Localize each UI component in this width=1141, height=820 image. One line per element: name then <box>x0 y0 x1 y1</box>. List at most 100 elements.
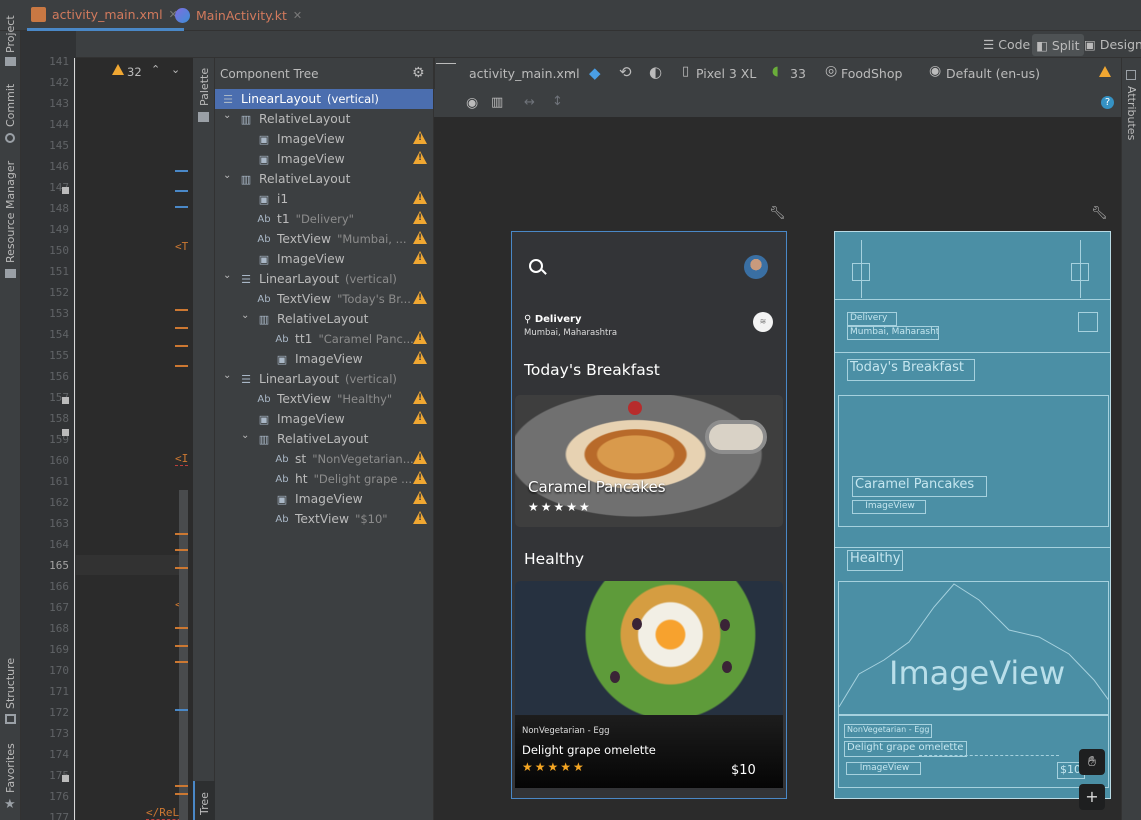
tree-node[interactable]: ⌄ ▥ RelativeLayout <box>215 309 433 329</box>
chevron-down-icon[interactable]: ⌄ <box>171 63 180 76</box>
blueprint-preview[interactable]: Delivery Mumbai, Maharashtra Today's Bre… <box>834 231 1111 799</box>
change-marker <box>175 645 188 647</box>
warning-icon[interactable] <box>413 411 427 424</box>
phone-preview[interactable]: ⚲ Delivery Mumbai, Maharashtra ≋ Today's… <box>511 231 787 799</box>
tree-node[interactable]: ⌄ ☰ LinearLayout (vertical) <box>215 369 433 389</box>
tree-node[interactable]: ▣ ImageView <box>215 129 433 149</box>
tree-node[interactable]: Ab TextView "Today's Br... <box>215 289 433 309</box>
tree-node[interactable]: ☰ LinearLayout (vertical) <box>215 89 433 109</box>
attributes-tool-button[interactable]: Attributes <box>1125 86 1138 140</box>
pan-hand-icon[interactable]: ✋︎ <box>1079 749 1105 775</box>
orientation-icon[interactable]: ⟲ <box>619 63 632 81</box>
chevron-down-icon[interactable]: ⌄ <box>223 170 231 181</box>
warning-icon[interactable] <box>413 231 427 244</box>
warning-icon[interactable] <box>413 291 427 304</box>
star-icon: ★ <box>4 797 16 812</box>
change-marker <box>175 365 188 367</box>
tab-main-activity[interactable]: MainActivity.kt ✕ <box>175 0 302 31</box>
theme-dropdown[interactable]: FoodShop <box>841 66 902 81</box>
wrench-icon[interactable]: 🔧︎ <box>1091 206 1108 221</box>
tree-node[interactable]: ▣ ImageView <box>215 489 433 509</box>
zoom-in-icon[interactable]: + <box>1079 784 1105 810</box>
tab-activity-main[interactable]: activity_main.xml ✕ <box>27 0 184 31</box>
folder-icon <box>5 57 16 66</box>
favorites-tool-button[interactable]: Favorites <box>4 743 17 793</box>
warning-icon[interactable] <box>413 351 427 364</box>
warning-icon[interactable] <box>1099 66 1111 77</box>
file-dropdown[interactable]: activity_main.xml <box>469 66 580 81</box>
tree-node[interactable]: ▣ ImageView <box>215 349 433 369</box>
structure-tool-button[interactable]: Structure <box>4 658 17 709</box>
chevron-down-icon[interactable]: ⌄ <box>223 370 231 381</box>
api-dropdown[interactable]: 33 <box>790 66 806 81</box>
split-mode-button[interactable]: ◧ Split <box>1032 34 1084 56</box>
tree-node[interactable]: Ab tt1 "Caramel Panc... <box>215 329 433 349</box>
warning-icon[interactable] <box>413 491 427 504</box>
device-dropdown[interactable]: Pixel 3 XL <box>696 66 756 81</box>
tree-node[interactable]: ⌄ ▥ RelativeLayout <box>215 429 433 449</box>
tree-node[interactable]: Ab ht "Delight grape ... <box>215 469 433 489</box>
bookmark-marker[interactable] <box>62 187 69 194</box>
chevron-up-icon[interactable]: ⌃ <box>151 63 160 76</box>
warning-icon[interactable] <box>413 151 427 164</box>
editor-scrollbar[interactable] <box>179 490 188 820</box>
horizontal-arrows-icon[interactable]: ↔ <box>524 95 535 110</box>
line-number: 153 <box>49 307 69 320</box>
tree-node[interactable]: ⌄ ▥ RelativeLayout <box>215 169 433 189</box>
warning-icon[interactable] <box>413 131 427 144</box>
warning-icon[interactable] <box>413 331 427 344</box>
warning-icon[interactable] <box>413 251 427 264</box>
warning-icon[interactable] <box>413 191 427 204</box>
tree-node[interactable]: Ab TextView "$10" <box>215 509 433 529</box>
tree-node[interactable]: ⌄ ☰ LinearLayout (vertical) <box>215 269 433 289</box>
bookmark-marker[interactable] <box>62 775 69 782</box>
line-number: 173 <box>49 727 69 740</box>
wrench-icon[interactable]: 🔧︎ <box>769 206 786 221</box>
eye-icon[interactable]: ◉ <box>466 95 478 111</box>
tree-node[interactable]: ▣ ImageView <box>215 249 433 269</box>
warning-icon[interactable] <box>413 511 427 524</box>
warning-icon[interactable] <box>413 471 427 484</box>
tab-label: activity_main.xml <box>52 6 163 22</box>
design-mode-button[interactable]: ▣ Design <box>1084 37 1141 52</box>
chevron-down-icon[interactable]: ⌄ <box>241 310 249 321</box>
tree-node[interactable]: Ab TextView "Mumbai, ... <box>215 229 433 249</box>
code-editor[interactable]: 32 ⌃ ⌄ <T <I <T </ReLa <box>76 58 189 820</box>
line-number: 162 <box>49 496 69 509</box>
help-icon[interactable]: ? <box>1101 96 1114 109</box>
tree-node[interactable]: ▣ ImageView <box>215 409 433 429</box>
text-icon: Ab <box>257 393 271 405</box>
chevron-down-icon[interactable]: ⌄ <box>241 430 249 441</box>
night-mode-icon[interactable]: ◐ <box>649 63 662 81</box>
vertical-arrows-icon[interactable]: ↕ <box>552 94 563 109</box>
code-mode-button[interactable]: ☰ Code <box>983 37 1030 52</box>
split-mode-label: Split <box>1051 37 1080 53</box>
locale-dropdown[interactable]: Default (en-us) <box>946 66 1040 81</box>
columns-icon[interactable]: ▥ <box>491 95 503 110</box>
tree-node[interactable]: Ab st "NonVegetarian... <box>215 449 433 469</box>
tree-node[interactable]: ⌄ ▥ RelativeLayout <box>215 109 433 129</box>
tree-node[interactable]: ▣ ImageView <box>215 149 433 169</box>
chevron-down-icon[interactable]: ⌄ <box>223 110 231 121</box>
current-line-highlight <box>76 555 188 575</box>
resource-manager-tool-button[interactable]: Resource Manager <box>4 161 17 263</box>
warning-icon[interactable] <box>413 211 427 224</box>
palette-tool-button[interactable]: Palette <box>198 68 211 106</box>
warning-count[interactable]: 32 <box>127 65 142 79</box>
warning-icon[interactable] <box>413 391 427 404</box>
tree-node[interactable]: ▣ i1 <box>215 189 433 209</box>
chevron-down-icon[interactable]: ⌄ <box>223 270 231 281</box>
close-icon[interactable]: ✕ <box>293 9 302 22</box>
tree-tool-button[interactable]: Tree <box>193 781 215 820</box>
warning-icon[interactable] <box>413 451 427 464</box>
tree-node[interactable]: Ab t1 "Delivery" <box>215 209 433 229</box>
gear-icon[interactable]: ⚙ <box>412 65 425 81</box>
tree-node[interactable]: Ab TextView "Healthy" <box>215 389 433 409</box>
commit-tool-button[interactable]: Commit <box>4 84 17 127</box>
project-tool-button[interactable]: Project <box>4 15 17 53</box>
minimize-icon[interactable] <box>436 63 456 64</box>
tree-node-detail: (vertical) <box>345 272 397 286</box>
bookmark-marker[interactable] <box>62 397 69 404</box>
layers-icon[interactable]: ◆ <box>589 64 601 82</box>
bookmark-marker[interactable] <box>62 429 69 436</box>
